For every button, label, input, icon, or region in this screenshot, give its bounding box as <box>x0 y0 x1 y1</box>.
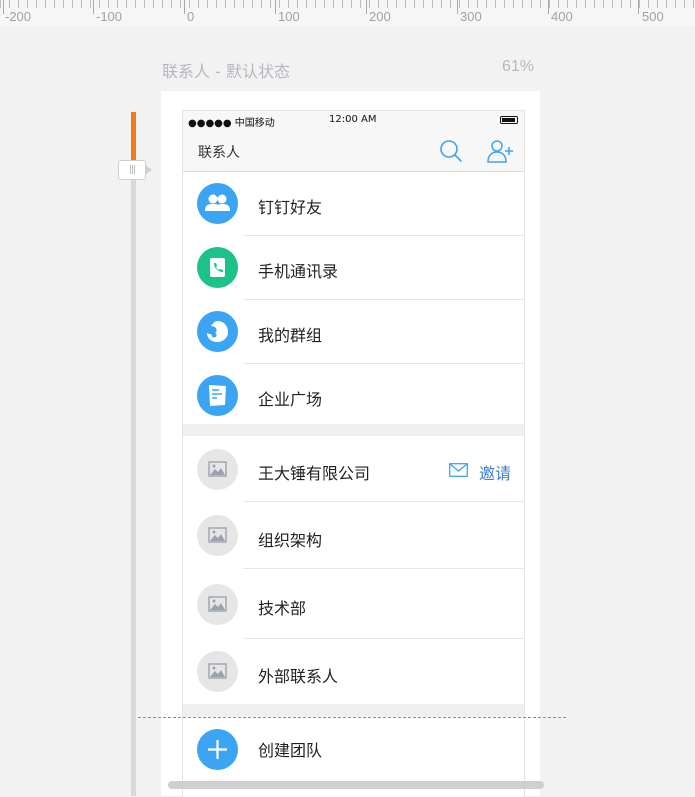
list-item-enterprise-square[interactable]: 企业广场 <box>183 364 524 424</box>
guide-line <box>138 717 566 718</box>
friends-icon <box>197 183 238 224</box>
zoom-slider-track[interactable] <box>131 112 136 796</box>
ruler-major-tick <box>184 0 185 14</box>
list-item-label: 钉钉好友 <box>258 198 323 217</box>
invite-label: 邀请 <box>479 464 512 483</box>
ruler-major-tick <box>366 0 367 14</box>
ruler-label: -100 <box>96 9 123 24</box>
list-item-label: 手机通讯录 <box>258 262 339 281</box>
ruler-major-tick <box>457 0 458 14</box>
add-contact-icon[interactable] <box>486 137 514 165</box>
ruler-label: 400 <box>551 9 573 24</box>
list-item-dingtalk-friends[interactable]: 钉钉好友 <box>183 172 524 236</box>
phone-screen: ●●●●● 中国移动 12:00 AM 联系人 钉钉好友 手机通讯录 我的群组 … <box>182 110 525 797</box>
ruler-ticks <box>0 0 695 8</box>
artboard-title[interactable]: 联系人 - 默认状态 <box>162 58 290 82</box>
phone-contacts-icon <box>197 247 238 288</box>
status-time: 12:00 AM <box>329 114 377 125</box>
mail-icon <box>449 463 468 477</box>
company-name: 王大锤有限公司 <box>258 464 371 483</box>
page-title: 联系人 <box>198 145 240 161</box>
ruler-major-tick <box>3 0 4 14</box>
list-item-label: 组织架构 <box>258 531 323 550</box>
ruler-major-tick <box>638 0 639 14</box>
ruler-label: 300 <box>460 9 482 24</box>
status-bar: ●●●●● 中国移动 12:00 AM <box>183 111 524 131</box>
ruler-label: 100 <box>278 9 300 24</box>
ruler-label: 0 <box>187 9 195 24</box>
zoom-slider-fill <box>131 112 136 166</box>
list-item-external-contacts[interactable]: 外部联系人 <box>183 639 524 704</box>
list-item-label: 企业广场 <box>258 390 323 409</box>
list-item-company[interactable]: 王大锤有限公司 邀请 <box>183 436 524 502</box>
list-item-label: 我的群组 <box>258 326 323 345</box>
image-placeholder-icon <box>197 449 238 490</box>
plus-icon <box>197 729 238 770</box>
list-item-org-structure[interactable]: 组织架构 <box>183 502 524 569</box>
top-ruler: -200 -100 0 100 200 300 400 500 <box>0 0 695 26</box>
section-gap <box>183 424 524 436</box>
search-icon[interactable] <box>438 138 464 164</box>
ruler-label: -200 <box>5 9 32 24</box>
battery-icon <box>500 116 518 124</box>
section-gap <box>183 704 524 717</box>
horizontal-scrollbar[interactable] <box>168 781 544 789</box>
list-item-label: 技术部 <box>258 599 307 618</box>
zoom-slider-handle[interactable]: ||| <box>118 160 152 180</box>
enterprise-doc-icon <box>197 375 238 416</box>
list-item-phone-contacts[interactable]: 手机通讯录 <box>183 236 524 300</box>
image-placeholder-icon <box>197 651 238 692</box>
zoom-level: 61% <box>502 58 535 75</box>
ruler-label: 200 <box>369 9 391 24</box>
ruler-major-tick <box>275 0 276 14</box>
ruler-major-tick <box>548 0 549 14</box>
ruler-major-tick <box>93 0 94 14</box>
image-placeholder-icon <box>197 584 238 625</box>
ruler-label: 500 <box>642 9 664 24</box>
list-item-create-team[interactable]: 创建团队 <box>183 717 524 787</box>
carrier-label: ●●●●● 中国移动 <box>188 118 275 129</box>
nav-bar: 联系人 <box>183 131 524 172</box>
group-chat-icon <box>197 311 238 352</box>
list-item-label: 外部联系人 <box>258 667 339 686</box>
list-item-my-groups[interactable]: 我的群组 <box>183 300 524 364</box>
list-item-tech-dept[interactable]: 技术部 <box>183 569 524 639</box>
image-placeholder-icon <box>197 515 238 556</box>
list-item-label: 创建团队 <box>258 741 323 760</box>
